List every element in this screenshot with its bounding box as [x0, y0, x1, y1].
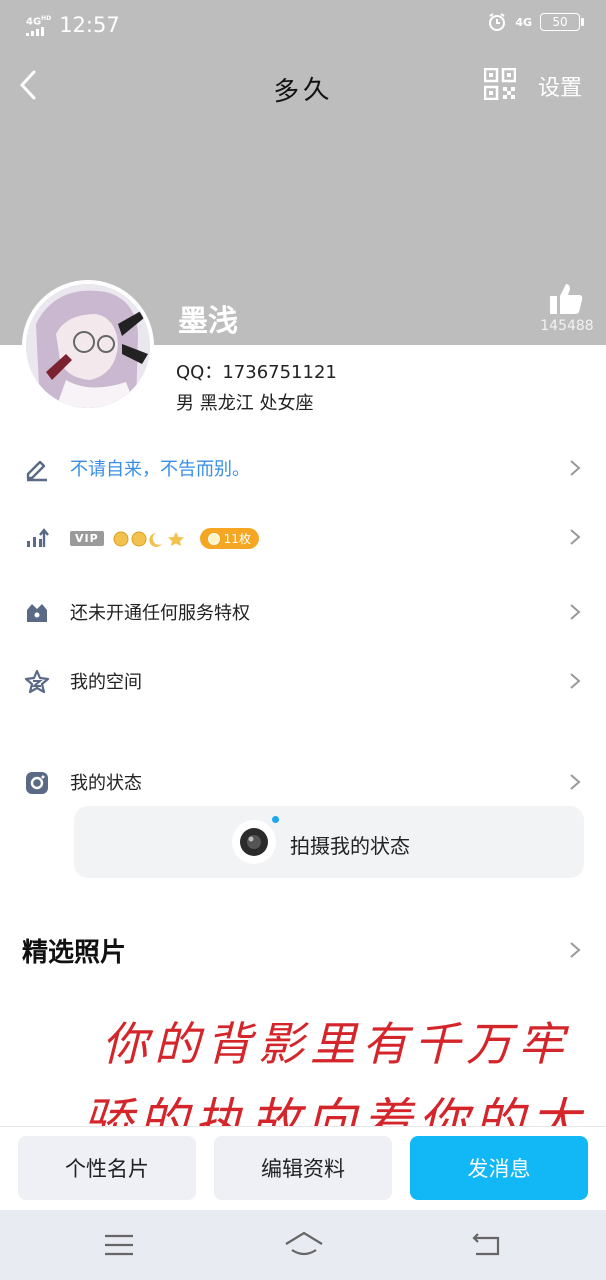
featured-photos-title: 精选照片 — [22, 938, 127, 968]
photo-calligraphy-line-1: 你的背影里有千万牢 — [102, 1017, 570, 1071]
menu-icon[interactable] — [102, 1228, 136, 1262]
chevron-right-icon — [570, 604, 581, 620]
vip-tag: VIP — [70, 531, 104, 546]
chevron-right-icon — [570, 529, 581, 545]
avatar[interactable] — [22, 280, 154, 412]
back-arrow-icon[interactable] — [14, 66, 48, 104]
featured-photo[interactable]: 你的背影里有千万牢 骄的执故向着你的太阳 — [22, 982, 584, 1128]
status-time: 12:57 — [59, 13, 120, 37]
back-nav-icon[interactable] — [470, 1228, 504, 1262]
network-type: 4G — [26, 16, 42, 28]
edit-profile-button[interactable]: 编辑资料 — [214, 1136, 392, 1200]
thumbs-up-icon[interactable] — [548, 282, 584, 316]
level-crowns-icon — [113, 531, 184, 547]
medal-icon — [207, 532, 220, 545]
qr-code-icon[interactable] — [484, 68, 516, 100]
camera-square-icon — [26, 772, 48, 794]
status-bar-left: 4GHD 12:57 — [26, 10, 120, 40]
profile-card-button[interactable]: 个性名片 — [18, 1136, 196, 1200]
my-space-row[interactable]: 我的空间 — [0, 651, 606, 711]
send-message-button[interactable]: 发消息 — [410, 1136, 588, 1200]
service-row[interactable]: 还未开通任何服务特权 — [0, 582, 606, 642]
camera-icon — [232, 820, 276, 864]
like-count: 145488 — [540, 318, 594, 334]
service-text: 还未开通任何服务特权 — [70, 603, 250, 624]
medal-badge[interactable]: 11枚 — [199, 528, 259, 549]
network-hd: HD — [41, 14, 52, 22]
signal-bars-icon — [26, 27, 51, 37]
status-bar-right: 4G 50 — [487, 12, 584, 32]
chevron-right-icon[interactable] — [568, 940, 582, 960]
medal-count: 11枚 — [223, 532, 251, 546]
chevron-right-icon — [570, 774, 581, 790]
alarm-clock-icon — [489, 13, 506, 31]
pencil-icon — [26, 460, 47, 482]
level-row[interactable]: VIP 11枚 — [0, 507, 606, 567]
profile-basic-info: 男 黑龙江 处女座 — [176, 393, 314, 414]
chevron-right-icon — [570, 673, 581, 689]
signature-text: 不请自来，不告而别。 — [70, 459, 250, 480]
my-status-text: 我的状态 — [70, 773, 142, 794]
battery-indicator: 50 — [540, 13, 584, 31]
avatar-illustration — [26, 284, 150, 408]
my-status-row[interactable]: 我的状态 — [0, 752, 606, 812]
vip-badges: VIP 11枚 — [70, 528, 259, 549]
profile-name: 墨浅 — [178, 304, 238, 339]
photo-calligraphy-line-2: 骄的执故向着你的太阳 — [82, 1093, 584, 1128]
signal-4g-label: 4G — [515, 15, 532, 29]
shoot-status-label[interactable]: 拍摄我的状态 — [290, 830, 410, 859]
settings-button[interactable]: 设置 — [538, 70, 582, 102]
crown-icon — [27, 604, 47, 622]
chevron-right-icon — [570, 460, 581, 476]
new-dot-indicator — [272, 816, 279, 823]
qq-number: QQ：1736751121 — [176, 362, 337, 383]
network-indicator: 4GHD — [26, 14, 52, 37]
signature-row[interactable]: 不请自来，不告而别。 — [0, 438, 606, 498]
qzone-star-icon — [24, 669, 50, 694]
home-icon[interactable] — [284, 1228, 324, 1262]
level-chart-icon — [27, 528, 49, 547]
my-space-text: 我的空间 — [70, 672, 142, 693]
signature-title: 多久 — [272, 74, 334, 108]
